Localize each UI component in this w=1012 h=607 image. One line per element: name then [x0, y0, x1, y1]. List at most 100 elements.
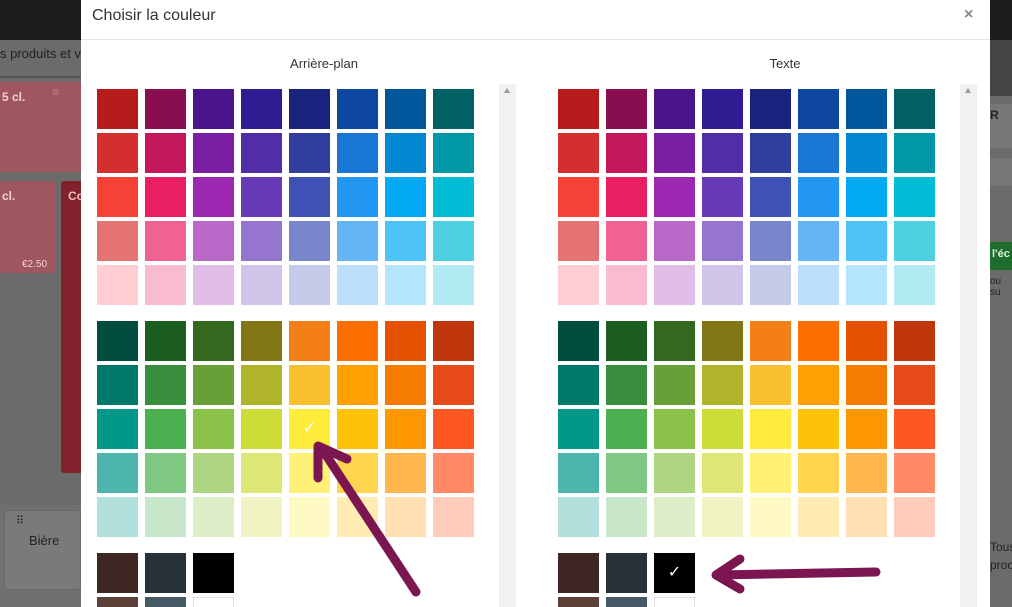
color-swatch[interactable] — [894, 265, 935, 305]
color-swatch[interactable] — [798, 265, 839, 305]
color-swatch[interactable] — [750, 321, 791, 361]
color-swatch[interactable] — [798, 321, 839, 361]
color-swatch[interactable] — [558, 453, 599, 493]
color-swatch[interactable] — [750, 409, 791, 449]
color-swatch[interactable] — [606, 553, 647, 593]
color-swatch[interactable] — [97, 321, 138, 361]
color-swatch[interactable] — [558, 177, 599, 217]
color-swatch[interactable] — [241, 453, 282, 493]
color-swatch[interactable] — [145, 221, 186, 261]
color-swatch[interactable] — [337, 409, 378, 449]
color-swatch[interactable] — [654, 133, 695, 173]
color-swatch[interactable] — [702, 497, 743, 537]
color-swatch[interactable] — [289, 89, 330, 129]
color-swatch[interactable] — [289, 365, 330, 405]
color-swatch[interactable] — [241, 133, 282, 173]
color-swatch[interactable] — [289, 221, 330, 261]
color-swatch[interactable] — [97, 89, 138, 129]
color-swatch[interactable] — [894, 409, 935, 449]
color-swatch[interactable] — [145, 453, 186, 493]
color-swatch[interactable] — [97, 365, 138, 405]
color-swatch[interactable] — [145, 553, 186, 593]
scroll-up-icon[interactable] — [504, 88, 510, 93]
color-swatch[interactable] — [145, 321, 186, 361]
color-swatch[interactable] — [846, 265, 887, 305]
color-swatch[interactable] — [846, 133, 887, 173]
color-swatch[interactable] — [654, 497, 695, 537]
color-swatch[interactable] — [241, 497, 282, 537]
color-swatch[interactable] — [654, 409, 695, 449]
color-swatch[interactable] — [193, 321, 234, 361]
color-swatch[interactable] — [289, 133, 330, 173]
color-swatch[interactable] — [145, 409, 186, 449]
color-swatch[interactable] — [145, 365, 186, 405]
color-swatch[interactable] — [241, 177, 282, 217]
color-swatch[interactable] — [894, 133, 935, 173]
color-swatch[interactable] — [241, 365, 282, 405]
color-swatch[interactable] — [750, 177, 791, 217]
color-swatch[interactable] — [193, 597, 234, 607]
color-swatch[interactable] — [241, 221, 282, 261]
color-swatch[interactable] — [337, 365, 378, 405]
color-swatch[interactable]: ✓ — [289, 409, 330, 449]
color-swatch[interactable] — [606, 497, 647, 537]
color-swatch[interactable] — [606, 321, 647, 361]
color-swatch[interactable] — [846, 409, 887, 449]
color-swatch[interactable] — [702, 453, 743, 493]
color-swatch[interactable] — [798, 409, 839, 449]
color-swatch[interactable] — [241, 265, 282, 305]
color-swatch[interactable] — [654, 597, 695, 607]
color-swatch[interactable] — [558, 497, 599, 537]
color-swatch[interactable] — [433, 409, 474, 449]
color-swatch[interactable] — [606, 453, 647, 493]
color-swatch[interactable] — [894, 453, 935, 493]
color-swatch[interactable] — [97, 221, 138, 261]
color-swatch[interactable] — [798, 177, 839, 217]
color-swatch[interactable] — [241, 409, 282, 449]
color-swatch[interactable] — [606, 597, 647, 607]
color-swatch[interactable] — [289, 321, 330, 361]
color-swatch[interactable] — [654, 265, 695, 305]
color-swatch[interactable] — [385, 133, 426, 173]
color-swatch[interactable] — [606, 89, 647, 129]
color-swatch[interactable] — [241, 89, 282, 129]
color-swatch[interactable] — [606, 409, 647, 449]
background-scrollbar[interactable] — [499, 84, 516, 607]
color-swatch[interactable] — [337, 221, 378, 261]
color-swatch[interactable] — [702, 133, 743, 173]
color-swatch[interactable] — [702, 365, 743, 405]
color-swatch[interactable] — [558, 553, 599, 593]
color-swatch[interactable] — [145, 133, 186, 173]
color-swatch[interactable] — [385, 365, 426, 405]
color-swatch[interactable] — [337, 497, 378, 537]
color-swatch[interactable] — [337, 177, 378, 217]
color-swatch[interactable] — [750, 89, 791, 129]
color-swatch[interactable] — [193, 409, 234, 449]
color-swatch[interactable] — [750, 497, 791, 537]
color-swatch[interactable] — [193, 453, 234, 493]
color-swatch[interactable] — [433, 365, 474, 405]
color-swatch[interactable] — [145, 597, 186, 607]
color-swatch[interactable] — [606, 133, 647, 173]
color-swatch[interactable] — [97, 265, 138, 305]
color-swatch[interactable] — [798, 453, 839, 493]
color-swatch[interactable] — [702, 409, 743, 449]
color-swatch[interactable] — [894, 497, 935, 537]
color-swatch[interactable] — [654, 365, 695, 405]
color-swatch[interactable] — [193, 265, 234, 305]
color-swatch[interactable] — [97, 177, 138, 217]
color-swatch[interactable] — [558, 409, 599, 449]
color-swatch[interactable] — [289, 177, 330, 217]
color-swatch[interactable] — [750, 133, 791, 173]
color-swatch[interactable] — [97, 453, 138, 493]
color-swatch[interactable] — [846, 365, 887, 405]
color-swatch[interactable] — [702, 89, 743, 129]
color-swatch[interactable] — [433, 265, 474, 305]
color-swatch[interactable] — [702, 321, 743, 361]
color-swatch[interactable] — [702, 221, 743, 261]
color-swatch[interactable] — [606, 177, 647, 217]
color-swatch[interactable] — [846, 89, 887, 129]
color-swatch[interactable] — [654, 177, 695, 217]
color-swatch[interactable] — [433, 177, 474, 217]
color-swatch[interactable] — [558, 265, 599, 305]
